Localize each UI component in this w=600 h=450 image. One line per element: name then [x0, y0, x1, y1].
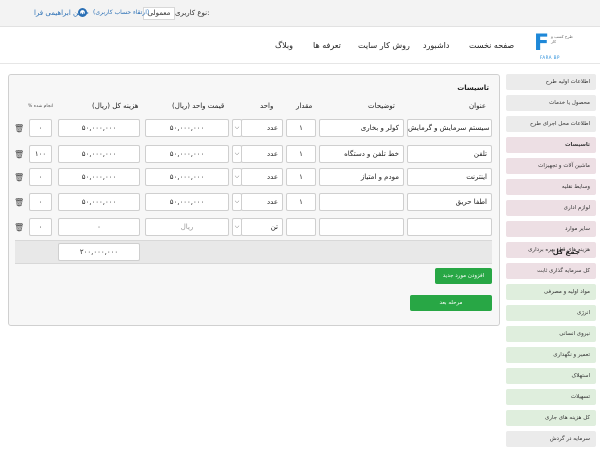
- header-percent-done: % انجام شده: [28, 104, 54, 109]
- row-unit-price-input[interactable]: ریال: [145, 218, 229, 236]
- row-unit-select[interactable]: تن: [241, 218, 283, 236]
- user-bar: نوع کاربری: معمولی (ارتقاء حساب کاربری) …: [0, 0, 600, 27]
- chevron-down-icon[interactable]: ⌵: [232, 145, 242, 163]
- sidebar-item-other[interactable]: سایر موارد: [506, 221, 596, 237]
- trash-icon[interactable]: 🗑: [14, 198, 24, 207]
- logo-subtitle: FARA BP: [540, 55, 560, 60]
- nav-divider: [0, 63, 600, 64]
- row-unit-price-input[interactable]: ۵۰,۰۰۰,۰۰۰: [145, 119, 229, 137]
- header-title: عنوان: [469, 102, 486, 110]
- row-percent-input[interactable]: ۰: [29, 193, 52, 211]
- sidebar-item-location[interactable]: اطلاعات محل اجرای طرح: [506, 116, 596, 132]
- next-step-button[interactable]: مرحله بعد: [410, 295, 492, 311]
- row-description-input[interactable]: کولر و بخاری: [319, 119, 404, 137]
- sidebar-item-depreciation[interactable]: استهلاک: [506, 368, 596, 384]
- row-unit-select[interactable]: عدد: [241, 168, 283, 186]
- sidebar-item-facilities[interactable]: تاسیسات: [506, 137, 596, 153]
- row-description-input[interactable]: خط تلفن و دستگاه: [319, 145, 404, 163]
- row-total-cost: ۰: [58, 218, 140, 236]
- sidebar-item-workforce[interactable]: نیروی انسانی: [506, 326, 596, 342]
- row-title-input[interactable]: اینترنت: [407, 168, 492, 186]
- total-value: ۲۰۰,۰۰۰,۰۰۰: [58, 243, 140, 261]
- row-description-input[interactable]: [319, 193, 404, 211]
- row-unit-select[interactable]: عدد: [241, 193, 283, 211]
- trash-icon[interactable]: 🗑: [14, 150, 24, 159]
- sidebar-item-running-costs[interactable]: کل هزینه های جاری: [506, 410, 596, 426]
- sidebar-item-machinery[interactable]: ماشین آلات و تجهیزات: [506, 158, 596, 174]
- row-percent-input[interactable]: ۰: [29, 218, 52, 236]
- user-type-label: نوع کاربری:: [175, 9, 210, 17]
- nav-dashboard[interactable]: داشبورد: [423, 41, 449, 50]
- sidebar-item-working-capital[interactable]: سرمایه در گردش: [506, 431, 596, 447]
- chevron-down-icon[interactable]: ⌵: [232, 168, 242, 186]
- row-percent-input[interactable]: ۱۰۰: [29, 145, 52, 163]
- sidebar-item-loans[interactable]: تسهیلات: [506, 389, 596, 405]
- header-unit: واحد: [260, 102, 274, 110]
- row-total-cost: ۵۰,۰۰۰,۰۰۰: [58, 168, 140, 186]
- row-description-input[interactable]: مودم و امتیاز: [319, 168, 404, 186]
- sidebar-item-vehicles[interactable]: وسایط نقلیه: [506, 179, 596, 195]
- site-logo[interactable]: F طرح کسب و کار FARA BP: [534, 31, 576, 61]
- row-quantity-input[interactable]: ۱: [286, 168, 316, 186]
- sidebar-item-fixed-investment[interactable]: کل سرمایه گذاری ثابت: [506, 263, 596, 279]
- sidebar-item-raw-materials[interactable]: مواد اولیه و مصرفی: [506, 284, 596, 300]
- row-quantity-input[interactable]: [286, 218, 316, 236]
- nav-pricing[interactable]: تعرفه ها: [313, 41, 341, 50]
- row-title-input[interactable]: اطفا حریق: [407, 193, 492, 211]
- panel-title: تاسیسات: [457, 84, 489, 92]
- row-quantity-input[interactable]: ۱: [286, 145, 316, 163]
- row-quantity-input[interactable]: ۱: [286, 193, 316, 211]
- sidebar-item-maintenance[interactable]: تعمیر و نگهداری: [506, 347, 596, 363]
- row-unit-price-input[interactable]: ۵۰,۰۰۰,۰۰۰: [145, 168, 229, 186]
- chevron-down-icon[interactable]: ⌵: [232, 218, 242, 236]
- row-description-input[interactable]: [319, 218, 404, 236]
- logo-letter: F: [534, 31, 550, 56]
- sidebar-item-preoperation-costs[interactable]: هزینه های قبل بهره برداری: [506, 242, 596, 258]
- header-description: توضیحات: [368, 102, 395, 110]
- nav-home[interactable]: صفحه نخست: [469, 41, 514, 50]
- row-quantity-input[interactable]: ۱: [286, 119, 316, 137]
- trash-icon[interactable]: 🗑: [14, 223, 24, 232]
- row-title-input[interactable]: [407, 218, 492, 236]
- logo-tagline: طرح کسب و کار: [551, 34, 573, 44]
- row-percent-input[interactable]: ۰: [29, 119, 52, 137]
- header-unit-price: قیمت واحد (ریال): [172, 102, 225, 110]
- header-total-cost: هزینه کل (ریال): [92, 102, 139, 110]
- row-total-cost: ۵۰,۰۰۰,۰۰۰: [58, 145, 140, 163]
- sidebar-item-product[interactable]: محصول یا خدمات: [506, 95, 596, 111]
- add-item-button[interactable]: افزودن مورد جدید: [435, 268, 492, 284]
- nav-blog[interactable]: وبلاگ: [275, 41, 293, 50]
- header-quantity: مقدار: [296, 102, 313, 110]
- sidebar-item-energy[interactable]: انرژی: [506, 305, 596, 321]
- nav-how-it-works[interactable]: روش کار سایت: [358, 41, 410, 50]
- trash-icon[interactable]: 🗑: [14, 124, 24, 133]
- row-title-input[interactable]: تلفن: [407, 145, 492, 163]
- row-total-cost: ۵۰,۰۰۰,۰۰۰: [58, 193, 140, 211]
- row-percent-input[interactable]: ۰: [29, 168, 52, 186]
- row-title-input[interactable]: سیستم سرمایش و گرمایش: [407, 119, 492, 137]
- row-unit-price-input[interactable]: ۵۰,۰۰۰,۰۰۰: [145, 193, 229, 211]
- total-label: جمع کل: [552, 248, 580, 256]
- upgrade-account-link[interactable]: (ارتقاء حساب کاربری): [93, 9, 149, 16]
- row-unit-select[interactable]: عدد: [241, 119, 283, 137]
- sidebar-item-basic-info[interactable]: اطلاعات اولیه طرح: [506, 74, 596, 90]
- chevron-down-icon[interactable]: ⌵: [232, 193, 242, 211]
- chevron-down-icon[interactable]: ⌵: [232, 119, 242, 137]
- row-unit-price-input[interactable]: ۵۰,۰۰۰,۰۰۰: [145, 145, 229, 163]
- trash-icon[interactable]: 🗑: [14, 173, 24, 182]
- sidebar-item-office-equipment[interactable]: لوازم اداری: [506, 200, 596, 216]
- row-unit-select[interactable]: عدد: [241, 145, 283, 163]
- row-total-cost: ۵۰,۰۰۰,۰۰۰: [58, 119, 140, 137]
- user-name-link[interactable]: حسن ابراهیمی فرا: [34, 9, 89, 17]
